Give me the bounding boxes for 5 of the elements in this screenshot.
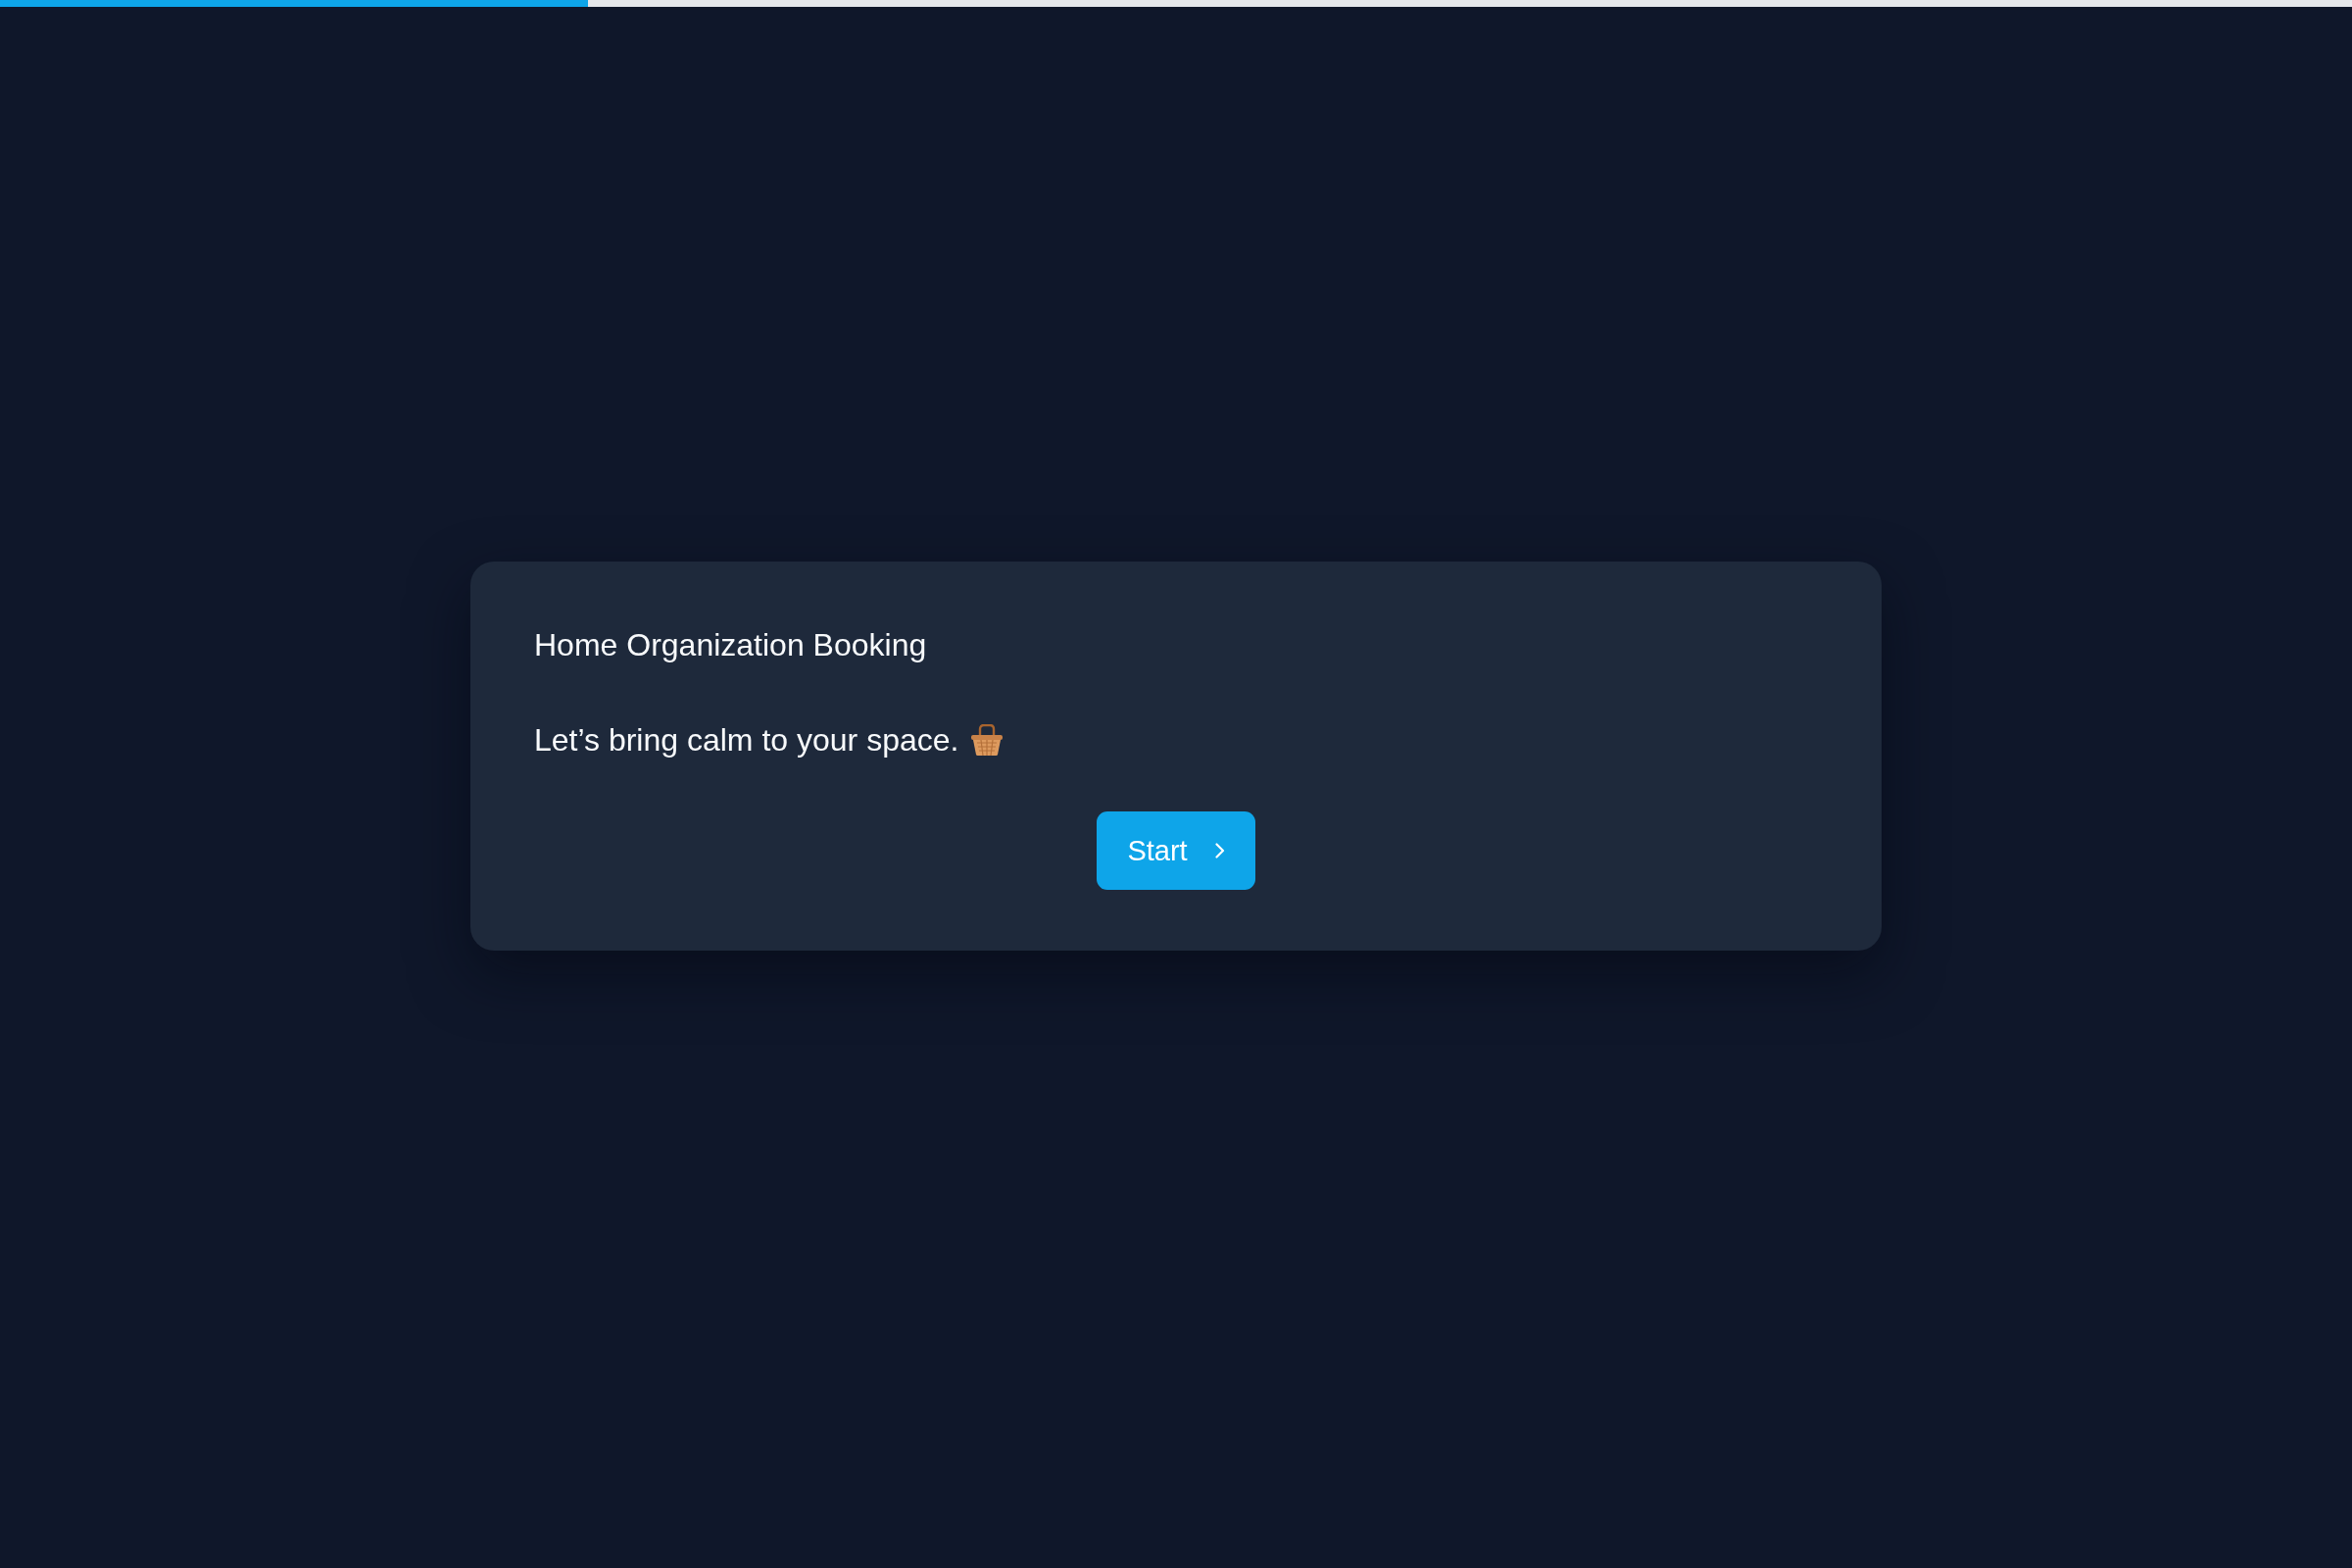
chevron-right-icon — [1214, 843, 1225, 858]
basket-icon — [971, 724, 1004, 756]
card-title: Home Organization Booking — [534, 626, 928, 664]
welcome-message: Let’s bring calm to your space. — [534, 721, 959, 760]
start-button[interactable]: Start — [1097, 811, 1255, 890]
